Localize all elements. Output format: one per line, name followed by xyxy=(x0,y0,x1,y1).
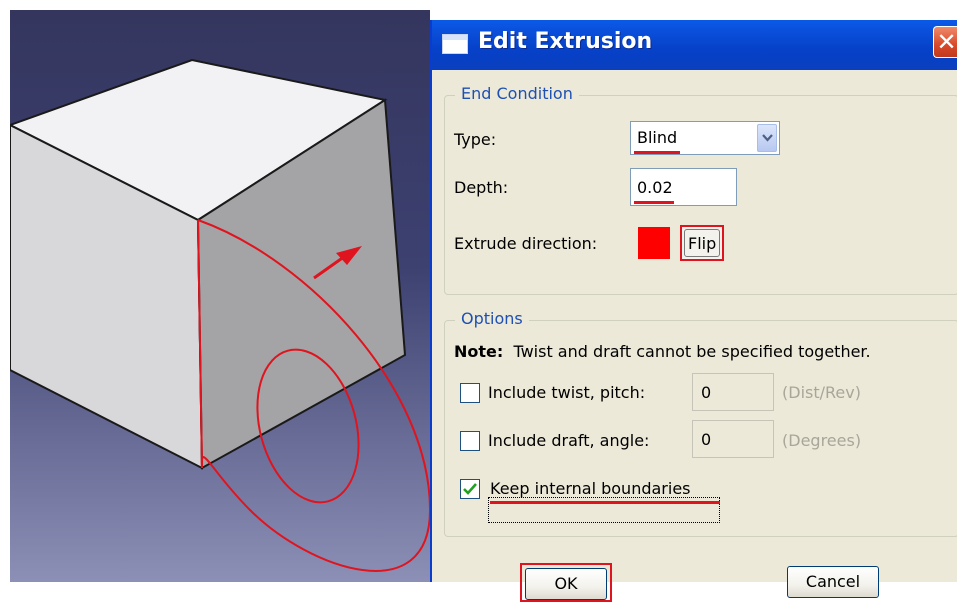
close-icon: ✕ xyxy=(936,28,957,56)
note-text: Note: Twist and draft cannot be specifie… xyxy=(454,342,871,361)
type-value: Blind xyxy=(637,128,678,147)
ok-button[interactable]: OK xyxy=(525,568,607,600)
options-legend: Options xyxy=(455,309,529,328)
draft-angle-value: 0 xyxy=(701,430,712,449)
depth-label: Depth: xyxy=(454,178,509,197)
draft-angle-input[interactable]: 0 xyxy=(692,420,774,458)
keep-boundaries-label[interactable]: Keep internal boundaries xyxy=(490,479,691,498)
chevron-down-icon[interactable] xyxy=(757,124,777,152)
keep-underline-annotation xyxy=(490,501,720,504)
cube-scene xyxy=(10,58,430,572)
close-button[interactable]: ✕ xyxy=(933,26,957,58)
twist-unit: (Dist/Rev) xyxy=(782,383,861,402)
direction-indicator xyxy=(638,227,670,259)
draft-label: Include draft, angle: xyxy=(488,431,650,450)
depth-value: 0.02 xyxy=(637,178,673,197)
keep-boundaries-checkbox[interactable] xyxy=(460,479,480,499)
cancel-button[interactable]: Cancel xyxy=(787,566,879,598)
flip-label: Flip xyxy=(688,234,717,253)
title-bar[interactable]: Edit Extrusion ✕ xyxy=(432,20,957,70)
type-label: Type: xyxy=(454,130,497,149)
draft-checkbox[interactable] xyxy=(460,431,480,451)
edit-extrusion-dialog: Edit Extrusion ✕ End Condition Type: Bli… xyxy=(430,20,957,602)
end-condition-legend: End Condition xyxy=(455,84,579,103)
type-underline-annotation xyxy=(634,151,680,154)
check-icon xyxy=(463,483,477,495)
note-message: Twist and draft cannot be specified toge… xyxy=(513,342,871,361)
3d-viewport[interactable] xyxy=(10,10,430,582)
twist-checkbox[interactable] xyxy=(460,383,480,403)
twist-pitch-value: 0 xyxy=(701,383,712,402)
twist-pitch-input[interactable]: 0 xyxy=(692,373,774,411)
draft-unit: (Degrees) xyxy=(782,431,862,450)
type-select[interactable]: Blind xyxy=(630,121,780,155)
extrude-direction-label: Extrude direction: xyxy=(454,234,598,253)
twist-label: Include twist, pitch: xyxy=(488,383,646,402)
flip-button[interactable]: Flip xyxy=(680,225,724,261)
note-bold: Note: xyxy=(454,342,504,361)
dialog-title: Edit Extrusion xyxy=(478,29,653,54)
depth-underline-annotation xyxy=(634,201,674,204)
window-icon xyxy=(442,34,468,54)
